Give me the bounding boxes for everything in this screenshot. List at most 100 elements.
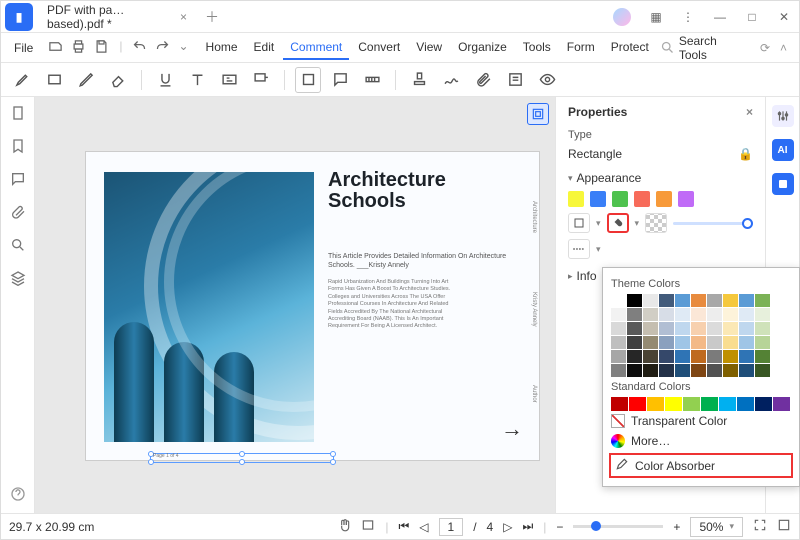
standard-color[interactable]: [719, 397, 736, 411]
last-page-icon[interactable]: ⏭: [522, 519, 533, 534]
theme-color[interactable]: [611, 294, 626, 307]
theme-color[interactable]: [611, 350, 626, 363]
theme-color[interactable]: [723, 364, 738, 377]
standard-color[interactable]: [701, 397, 718, 411]
document-canvas[interactable]: Architecture Schools This Article Provid…: [35, 97, 555, 513]
theme-color[interactable]: [691, 364, 706, 377]
theme-color[interactable]: [627, 308, 642, 321]
callout-tool-icon[interactable]: [248, 67, 274, 93]
theme-color[interactable]: [739, 350, 754, 363]
text-tool-icon[interactable]: [184, 67, 210, 93]
layers-icon[interactable]: [10, 270, 26, 289]
theme-color[interactable]: [659, 322, 674, 335]
comments-list-icon[interactable]: [502, 67, 528, 93]
lock-icon[interactable]: 🔒: [738, 147, 753, 161]
search-tools[interactable]: Search Tools: [660, 34, 748, 62]
theme-color[interactable]: [739, 294, 754, 307]
new-tab-button[interactable]: ＋: [205, 7, 219, 27]
underline-tool-icon[interactable]: [152, 67, 178, 93]
theme-color[interactable]: [755, 308, 770, 321]
theme-color[interactable]: [643, 322, 658, 335]
transparent-color-option[interactable]: Transparent Color: [611, 411, 791, 431]
theme-color[interactable]: [659, 350, 674, 363]
swatch[interactable]: [634, 191, 650, 207]
theme-color[interactable]: [659, 364, 674, 377]
menu-view[interactable]: View: [409, 36, 449, 60]
theme-color[interactable]: [627, 364, 642, 377]
zoom-in-icon[interactable]: +: [673, 520, 680, 534]
menu-comment[interactable]: Comment: [283, 36, 349, 60]
line-style-button[interactable]: [568, 239, 590, 259]
swatch[interactable]: [568, 191, 584, 207]
theme-color[interactable]: [723, 322, 738, 335]
app-menu-icon[interactable]: ▦: [641, 3, 671, 31]
theme-color[interactable]: [643, 336, 658, 349]
swatch[interactable]: [590, 191, 606, 207]
theme-color[interactable]: [659, 336, 674, 349]
attachments-panel-icon[interactable]: [10, 204, 26, 223]
theme-color[interactable]: [691, 322, 706, 335]
stamp-tool-icon[interactable]: [406, 67, 432, 93]
theme-color[interactable]: [627, 294, 642, 307]
theme-color[interactable]: [659, 294, 674, 307]
opacity-slider[interactable]: [673, 222, 753, 225]
swatch[interactable]: [678, 191, 694, 207]
save-icon[interactable]: [94, 39, 109, 57]
theme-color[interactable]: [739, 322, 754, 335]
theme-color[interactable]: [691, 308, 706, 321]
zoom-slider[interactable]: [573, 525, 663, 528]
menu-organize[interactable]: Organize: [451, 36, 514, 60]
reading-mode-icon[interactable]: [361, 518, 375, 535]
minimize-button[interactable]: ―: [705, 3, 735, 31]
ai-button[interactable]: AI: [772, 139, 794, 161]
theme-color[interactable]: [707, 322, 722, 335]
menu-home[interactable]: Home: [199, 36, 245, 60]
appearance-section[interactable]: Appearance: [568, 171, 753, 185]
theme-color[interactable]: [707, 294, 722, 307]
theme-color[interactable]: [675, 322, 690, 335]
theme-color[interactable]: [675, 364, 690, 377]
close-tab-icon[interactable]: ×: [180, 10, 187, 24]
document-tab[interactable]: PDF with pa…based).pdf * ×: [37, 3, 197, 31]
theme-color[interactable]: [627, 336, 642, 349]
page-input[interactable]: 1: [439, 518, 464, 536]
theme-color[interactable]: [723, 350, 738, 363]
close-window-button[interactable]: ✕: [769, 3, 799, 31]
prev-page-icon[interactable]: ◁: [419, 520, 428, 534]
fit-page-icon[interactable]: [753, 518, 767, 535]
theme-color[interactable]: [755, 294, 770, 307]
theme-color[interactable]: [707, 364, 722, 377]
standard-color[interactable]: [665, 397, 682, 411]
theme-color[interactable]: [675, 308, 690, 321]
thumbnails-icon[interactable]: [10, 105, 26, 124]
standard-color[interactable]: [737, 397, 754, 411]
undo-icon[interactable]: [132, 39, 147, 57]
theme-color[interactable]: [643, 294, 658, 307]
note-tool-icon[interactable]: [327, 67, 353, 93]
selection-mode-icon[interactable]: [527, 103, 549, 125]
area-highlight-icon[interactable]: [41, 67, 67, 93]
standard-color[interactable]: [647, 397, 664, 411]
theme-color[interactable]: [611, 322, 626, 335]
theme-color[interactable]: [723, 308, 738, 321]
hide-annotations-icon[interactable]: [534, 67, 560, 93]
theme-color[interactable]: [707, 350, 722, 363]
theme-color[interactable]: [611, 336, 626, 349]
theme-color[interactable]: [739, 336, 754, 349]
menu-protect[interactable]: Protect: [604, 36, 656, 60]
measure-tool-icon[interactable]: [359, 67, 385, 93]
close-panel-icon[interactable]: ×: [746, 105, 753, 119]
open-icon[interactable]: [48, 39, 63, 57]
stroke-color-button[interactable]: [568, 213, 590, 233]
menu-form[interactable]: Form: [560, 36, 602, 60]
theme-color[interactable]: [627, 322, 642, 335]
signature-tool-icon[interactable]: [438, 67, 464, 93]
textbox-tool-icon[interactable]: [216, 67, 242, 93]
bookmarks-icon[interactable]: [10, 138, 26, 157]
theme-color[interactable]: [755, 322, 770, 335]
theme-color[interactable]: [707, 336, 722, 349]
file-menu[interactable]: File: [7, 37, 40, 59]
standard-color[interactable]: [683, 397, 700, 411]
theme-color[interactable]: [739, 308, 754, 321]
redo-icon[interactable]: [155, 39, 170, 57]
